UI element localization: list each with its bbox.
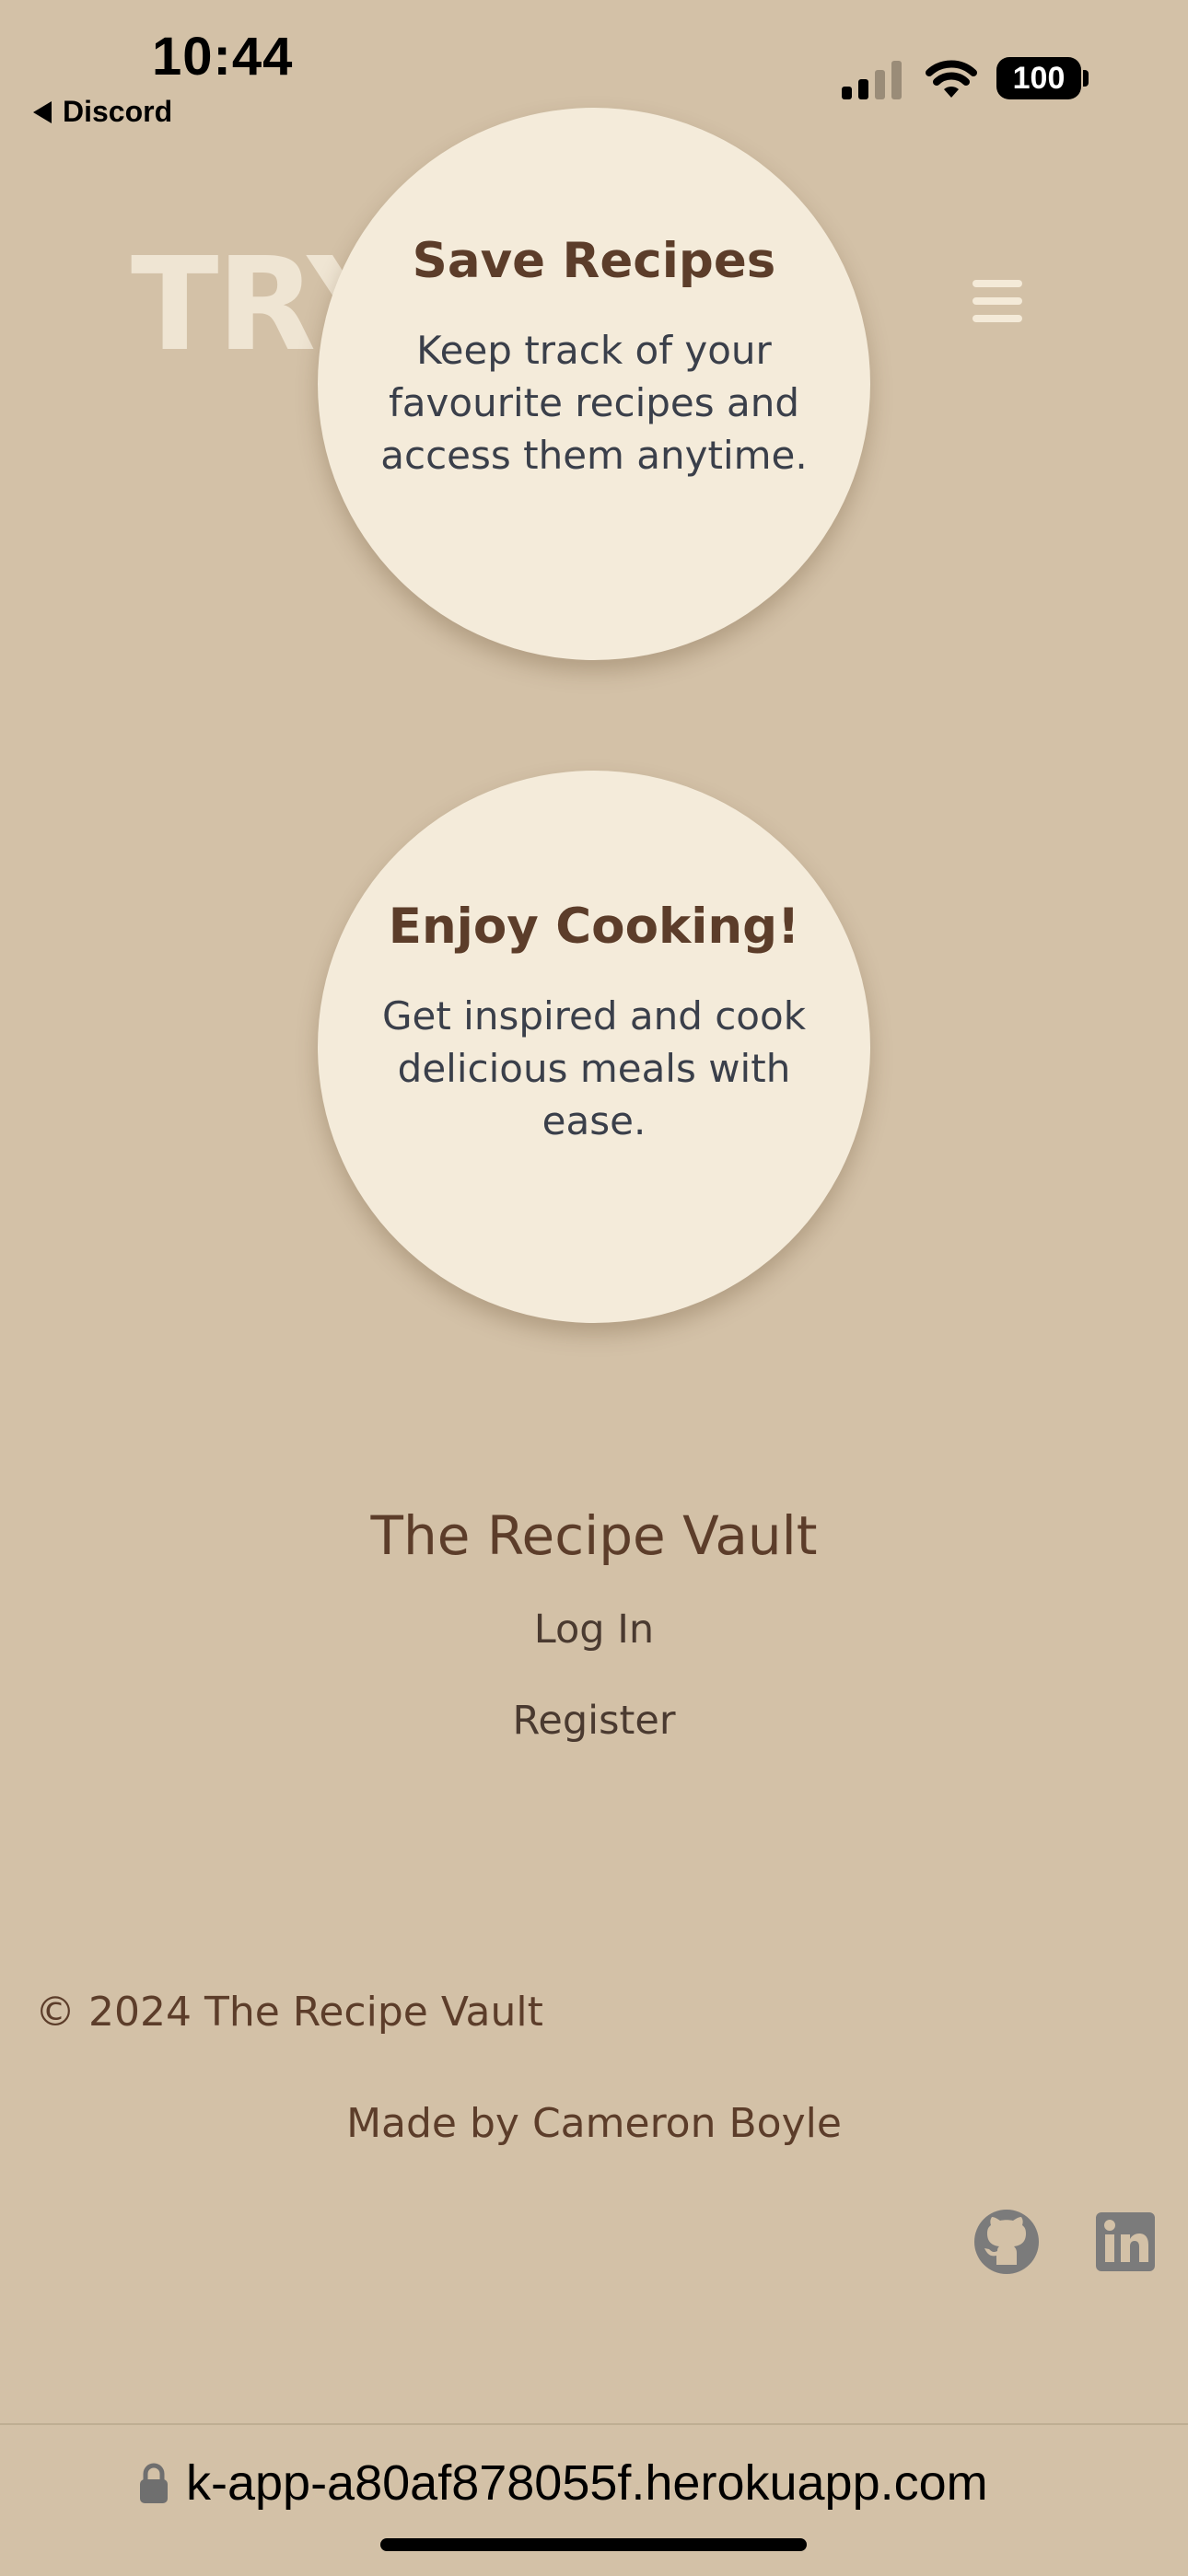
lock-icon — [140, 2463, 168, 2503]
feature-description: Keep track of your favourite recipes and… — [380, 328, 808, 478]
home-indicator[interactable] — [380, 2538, 807, 2551]
back-triangle-icon — [33, 100, 52, 123]
github-icon[interactable] — [974, 2210, 1039, 2274]
feature-card-save-recipes: Save Recipes Keep track of your favourit… — [318, 108, 870, 660]
battery-level: 100 — [1012, 60, 1066, 96]
wifi-icon — [926, 60, 977, 98]
cellular-signal-icon — [842, 61, 902, 99]
hamburger-menu-icon[interactable] — [973, 280, 1022, 322]
footer-brand[interactable]: The Recipe Vault — [0, 1503, 1188, 1568]
url-text[interactable]: k-app-a80af878055f.herokuapp.com — [186, 2453, 988, 2513]
feature-title: Enjoy Cooking! — [388, 899, 800, 955]
made-by-text: Made by Cameron Boyle — [346, 2100, 842, 2147]
linkedin-icon[interactable] — [1096, 2212, 1155, 2271]
copyright-text: © 2024 The Recipe Vault — [35, 1989, 543, 2036]
feature-description: Get inspired and cook delicious meals wi… — [381, 993, 807, 1143]
battery-cap-icon — [1083, 70, 1089, 87]
status-time: 10:44 — [152, 27, 294, 87]
back-app-label: Discord — [63, 95, 173, 128]
back-to-app-button[interactable]: Discord — [33, 95, 172, 129]
register-link[interactable]: Register — [0, 1695, 1188, 1746]
battery-indicator: 100 — [996, 57, 1081, 99]
feature-title: Save Recipes — [412, 233, 776, 289]
login-link[interactable]: Log In — [0, 1604, 1188, 1655]
feature-card-enjoy-cooking: Enjoy Cooking! Get inspired and cook del… — [318, 771, 870, 1323]
